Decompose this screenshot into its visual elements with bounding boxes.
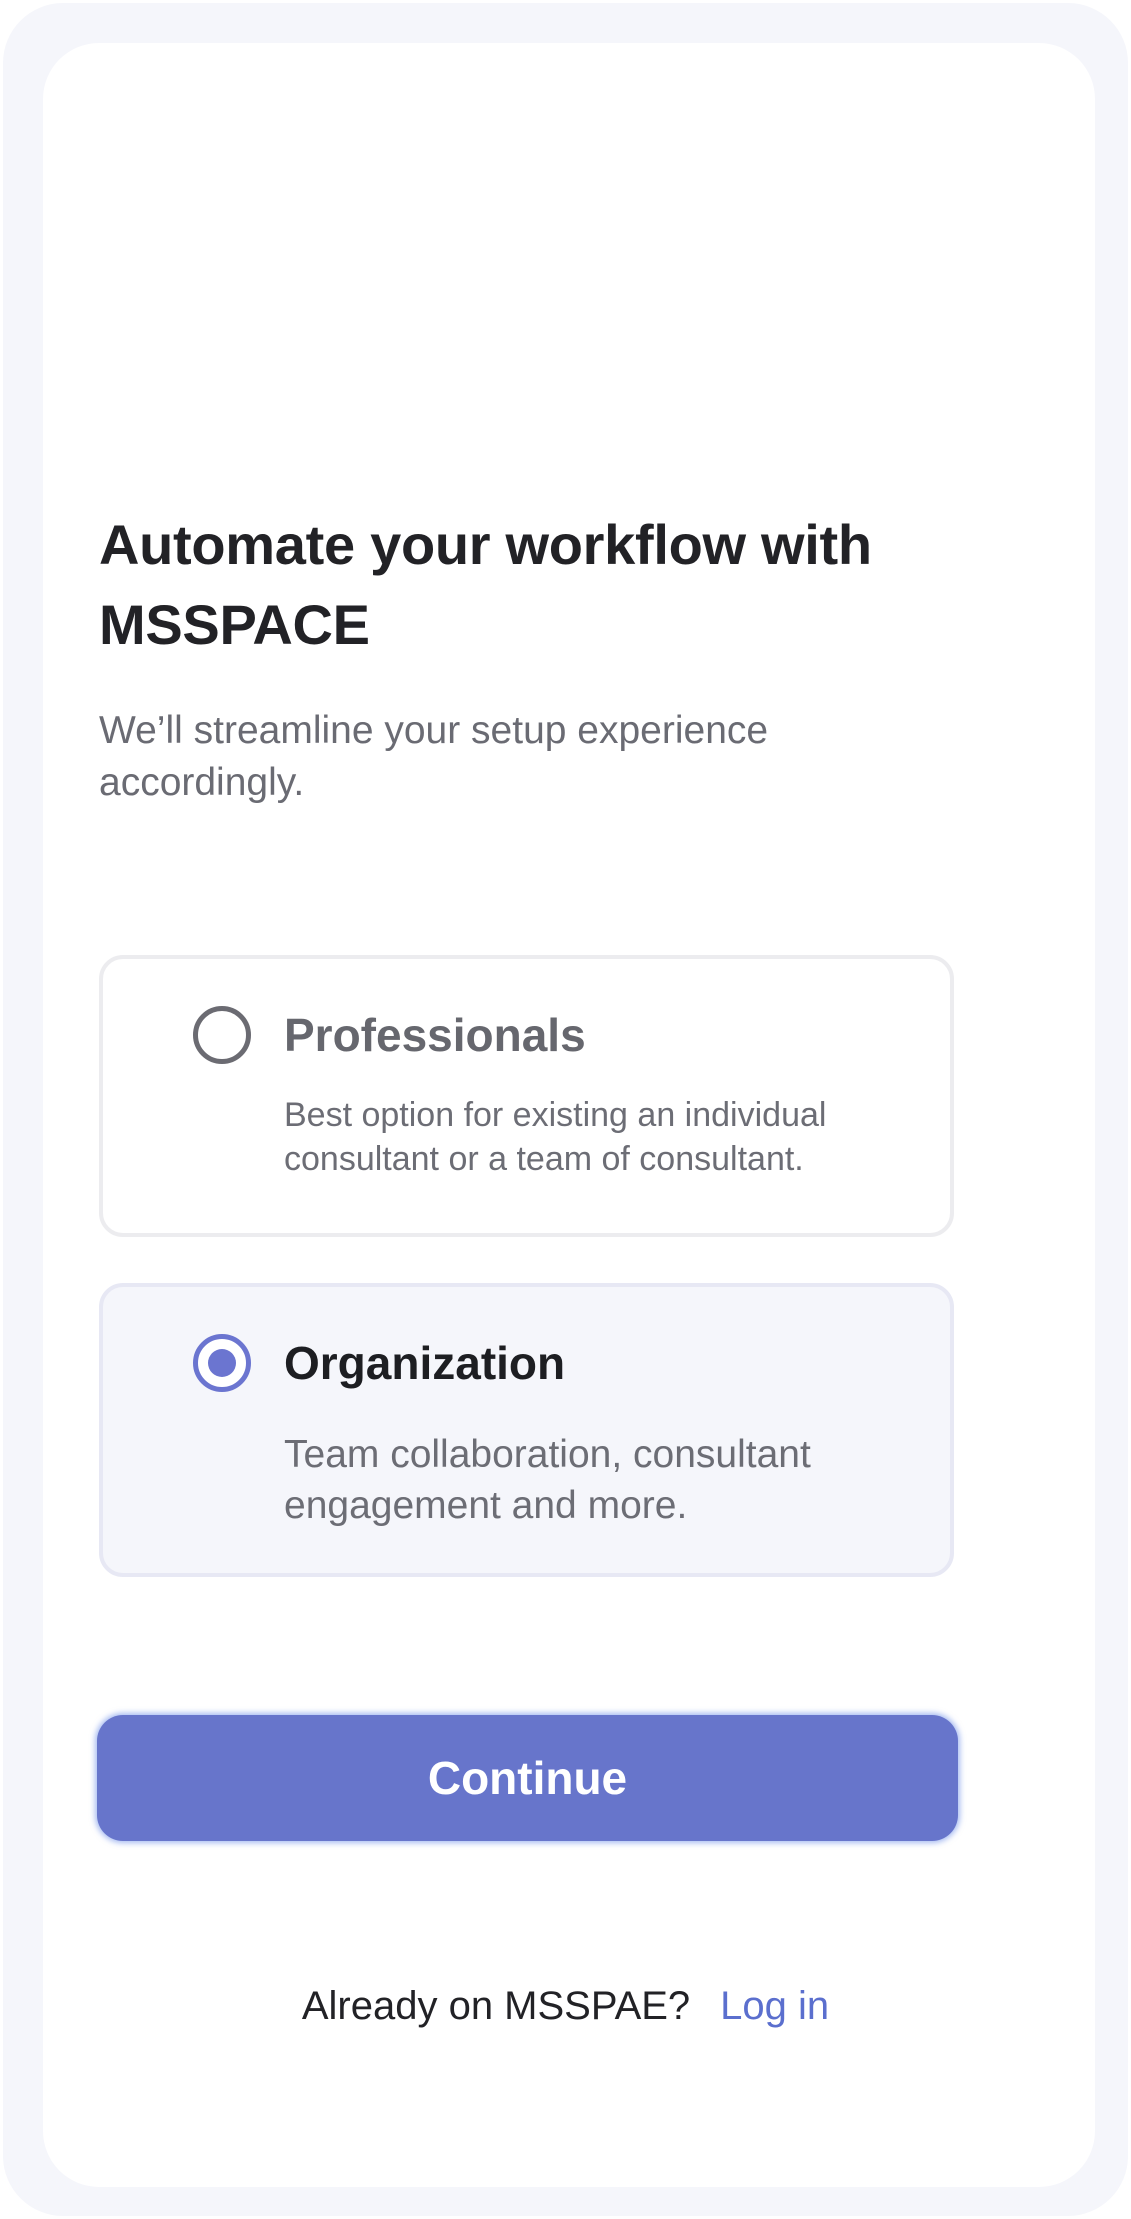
option-card-organization[interactable]: Organization Team collaboration, consult… xyxy=(99,1283,954,1577)
login-prompt-row: Already on MSSPAE? Log in xyxy=(0,1978,1131,2034)
radio-selected-icon[interactable] xyxy=(193,1334,251,1392)
option-description-organization: Team collaboration, consultant engagemen… xyxy=(284,1433,811,1527)
option-description-professionals: Best option for existing an individual c… xyxy=(284,1096,827,1178)
option-card-professionals[interactable]: Professionals Best option for existing a… xyxy=(99,955,954,1237)
radio-dot-icon xyxy=(208,1349,236,1377)
radio-unselected-icon[interactable] xyxy=(193,1006,251,1064)
login-prompt-text: Already on MSSPAE? xyxy=(301,1984,691,2028)
login-link[interactable]: Log in xyxy=(720,1984,829,2028)
page-subtitle: We’ll streamline your setup experience a… xyxy=(99,709,769,804)
option-title-organization: Organization xyxy=(284,1337,566,1389)
continue-button[interactable]: Continue xyxy=(97,1715,958,1841)
option-title-professionals: Professionals xyxy=(284,1009,586,1061)
page-title: Automate your workflow with MSSPACE xyxy=(99,513,872,656)
